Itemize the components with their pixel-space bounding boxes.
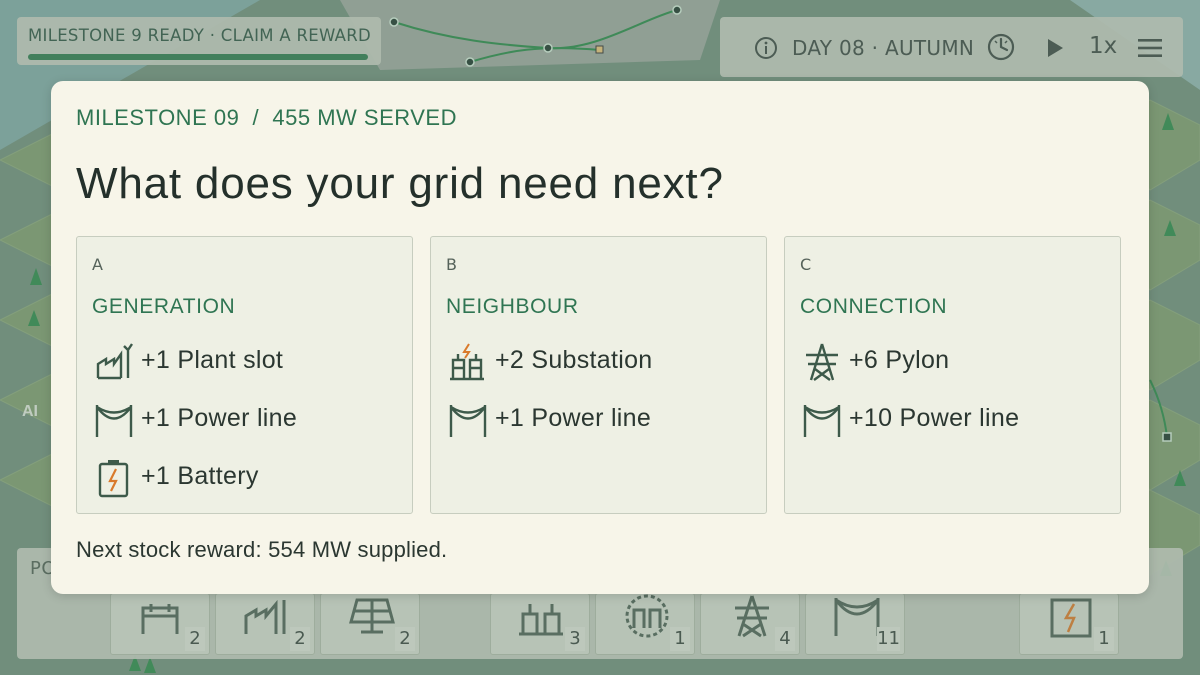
dialog-heading: What does your grid need next? [76, 159, 724, 208]
reward-card-b[interactable]: B NEIGHBOUR +2 Substation +1 Power line [430, 236, 767, 514]
card-letter: A [92, 255, 103, 274]
card-item: +10 Power line [800, 397, 1110, 441]
card-item: +2 Substation [446, 339, 756, 383]
milestone-kicker: MILESTONE 09 / 455 MW SERVED [76, 105, 457, 130]
card-item-label: +6 Pylon [849, 346, 950, 374]
card-category: NEIGHBOUR [446, 295, 579, 318]
card-category: CONNECTION [800, 295, 948, 318]
card-item-label: +1 Battery [141, 462, 259, 490]
card-item-label: +1 Power line [495, 404, 652, 432]
power-line-icon [449, 405, 487, 437]
card-item: +1 Power line [92, 397, 402, 441]
card-item-label: +10 Power line [849, 404, 1020, 432]
card-item-label: +1 Plant slot [141, 346, 284, 374]
battery-icon [98, 460, 129, 498]
plant-slot-icon [96, 343, 133, 380]
card-item: +1 Plant slot [92, 339, 402, 383]
card-item-label: +1 Power line [141, 404, 298, 432]
reward-card-c[interactable]: C CONNECTION +6 Pylon +10 Power line [784, 236, 1121, 514]
card-item: +6 Pylon [800, 339, 1110, 383]
card-item-label: +2 Substation [495, 346, 653, 374]
next-reward-note: Next stock reward: 554 MW supplied. [76, 537, 448, 562]
card-letter: C [800, 255, 812, 274]
card-letter: B [446, 255, 457, 274]
power-line-icon [803, 405, 841, 437]
reward-card-a[interactable]: A GENERATION +1 Plant slot +1 Power line… [76, 236, 413, 514]
card-category: GENERATION [92, 295, 236, 318]
substation-icon [450, 343, 484, 381]
card-item: +1 Power line [446, 397, 756, 441]
pylon-icon [806, 343, 838, 381]
card-item: +1 Battery [92, 455, 402, 499]
milestone-reward-dialog: MILESTONE 09 / 455 MW SERVED What does y… [51, 81, 1149, 594]
power-line-icon [95, 405, 133, 437]
